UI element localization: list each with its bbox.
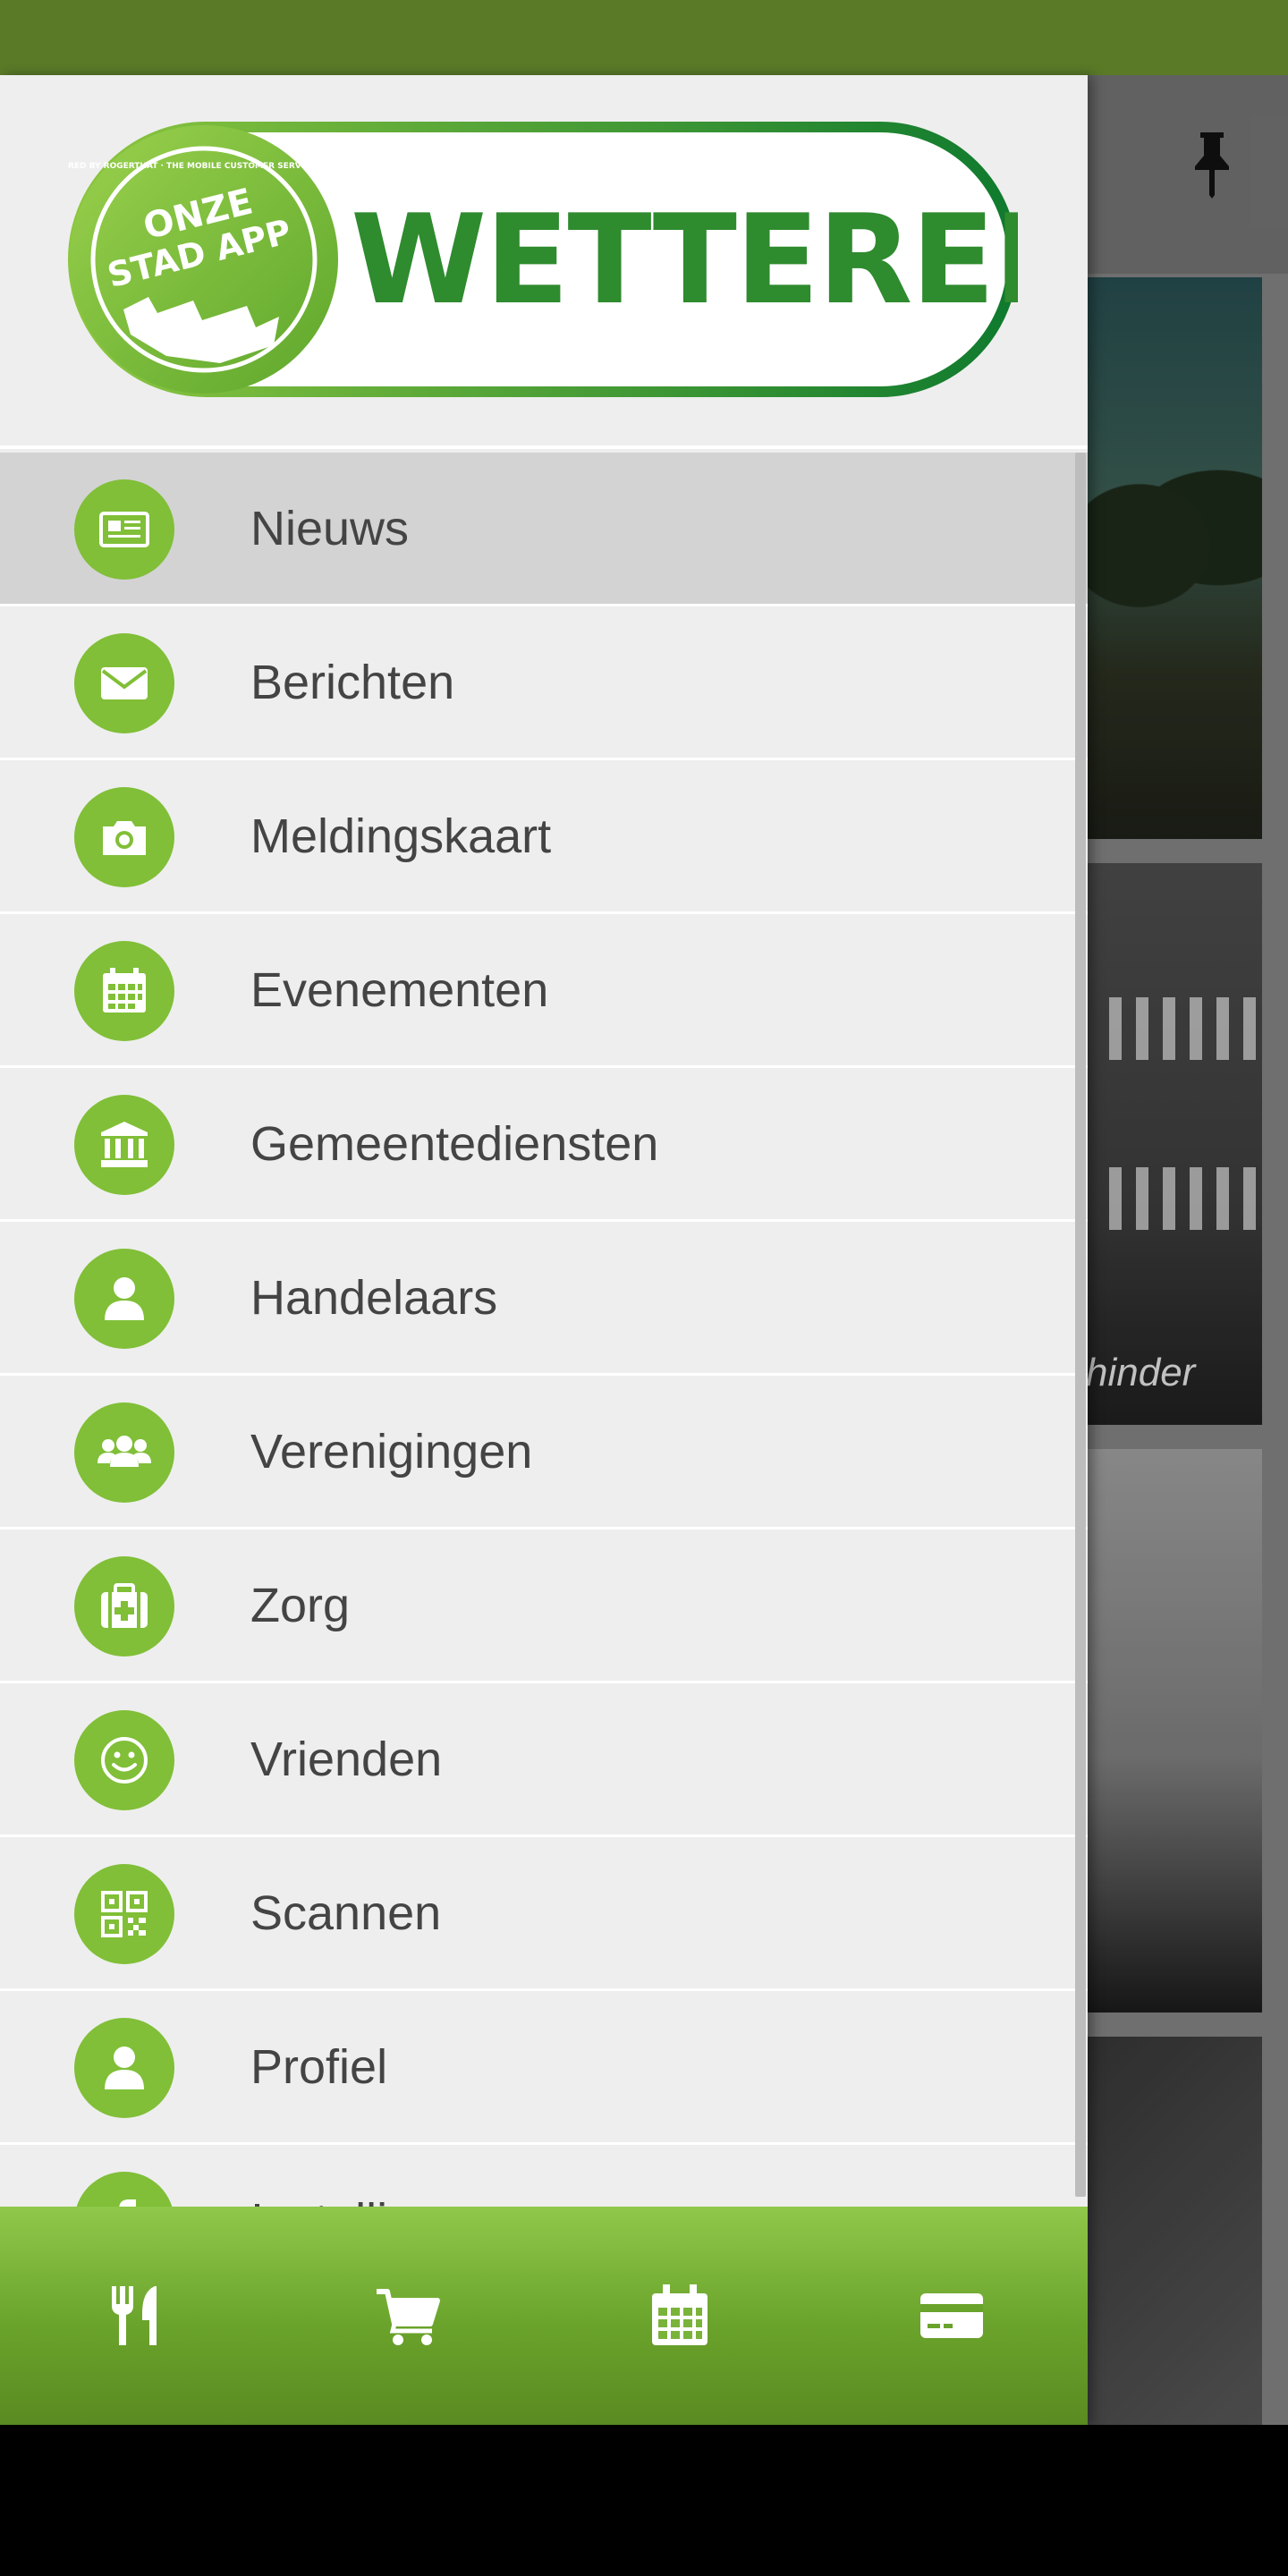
calendar-icon xyxy=(74,941,174,1041)
menu-item-profiel[interactable]: Profiel xyxy=(0,1991,1088,2145)
drawer-header: ONZE STAD APP POWERED BY ROGERTHAT · THE… xyxy=(0,75,1088,449)
menu-item-label: Zorg xyxy=(250,1578,351,1632)
menu-item-vrienden[interactable]: Vrienden xyxy=(0,1683,1088,1837)
calendar-icon xyxy=(652,2284,708,2345)
menu-item-label: Handelaars xyxy=(250,1270,498,1325)
logo-badge-ring-text: POWERED BY ROGERTHAT · THE MOBILE CUSTOM… xyxy=(68,162,367,171)
menu-item-label: Gemeentediensten xyxy=(250,1116,659,1171)
drawer-scrollbar[interactable] xyxy=(1075,453,1086,2197)
menu-item-label: Scannen xyxy=(250,1885,442,1940)
menu-item-verenigingen[interactable]: Verenigingen xyxy=(0,1376,1088,1530)
menu-item-nieuws[interactable]: Nieuws xyxy=(0,453,1088,606)
cutlery-icon xyxy=(112,2286,157,2345)
user-icon xyxy=(74,2018,174,2118)
menu-item-zorg[interactable]: Zorg xyxy=(0,1530,1088,1683)
menu-item-label: Profiel xyxy=(250,2039,388,2094)
app-logo: ONZE STAD APP POWERED BY ROGERTHAT · THE… xyxy=(68,122,1018,397)
shop-button[interactable] xyxy=(363,2271,453,2360)
menu-item-label: Verenigingen xyxy=(250,1424,533,1479)
shopping-cart-icon xyxy=(377,2289,440,2345)
menu-item-label: Nieuws xyxy=(250,501,410,555)
menu-item-meldingskaart[interactable]: Meldingskaart xyxy=(0,760,1088,914)
credit-card-icon xyxy=(920,2293,983,2338)
user-icon xyxy=(74,1249,174,1349)
smile-icon xyxy=(74,1710,174,1810)
medkit-icon xyxy=(74,1556,174,1657)
menu-item-berichten[interactable]: Berichten xyxy=(0,606,1088,760)
menu-item-handelaars[interactable]: Handelaars xyxy=(0,1222,1088,1376)
drawer-menu: Nieuws Berichten Meldingskaart Evenement… xyxy=(0,453,1088,2299)
menu-item-gemeentediensten[interactable]: Gemeentediensten xyxy=(0,1068,1088,1222)
system-navigation-bar xyxy=(0,2425,1288,2576)
menu-item-label: Meldingskaart xyxy=(250,809,552,863)
camera-icon xyxy=(74,787,174,887)
newspaper-icon xyxy=(74,479,174,580)
agenda-button[interactable] xyxy=(635,2271,724,2360)
menu-item-label: Berichten xyxy=(250,655,455,709)
restaurant-button[interactable] xyxy=(91,2271,181,2360)
menu-item-label: Evenementen xyxy=(250,962,549,1017)
logo-city-name: WETTEREN xyxy=(351,188,1018,332)
envelope-icon xyxy=(74,633,174,733)
menu-item-label: Vrienden xyxy=(250,1732,443,1786)
navigation-drawer: ONZE STAD APP POWERED BY ROGERTHAT · THE… xyxy=(0,75,1088,2425)
payment-button[interactable] xyxy=(907,2271,996,2360)
institution-icon xyxy=(74,1095,174,1195)
users-icon xyxy=(74,1402,174,1503)
status-bar xyxy=(0,0,1288,75)
bottom-tab-bar xyxy=(0,2207,1088,2425)
menu-item-scannen[interactable]: Scannen xyxy=(0,1837,1088,1991)
qrcode-icon xyxy=(74,1864,174,1964)
menu-item-evenementen[interactable]: Evenementen xyxy=(0,914,1088,1068)
